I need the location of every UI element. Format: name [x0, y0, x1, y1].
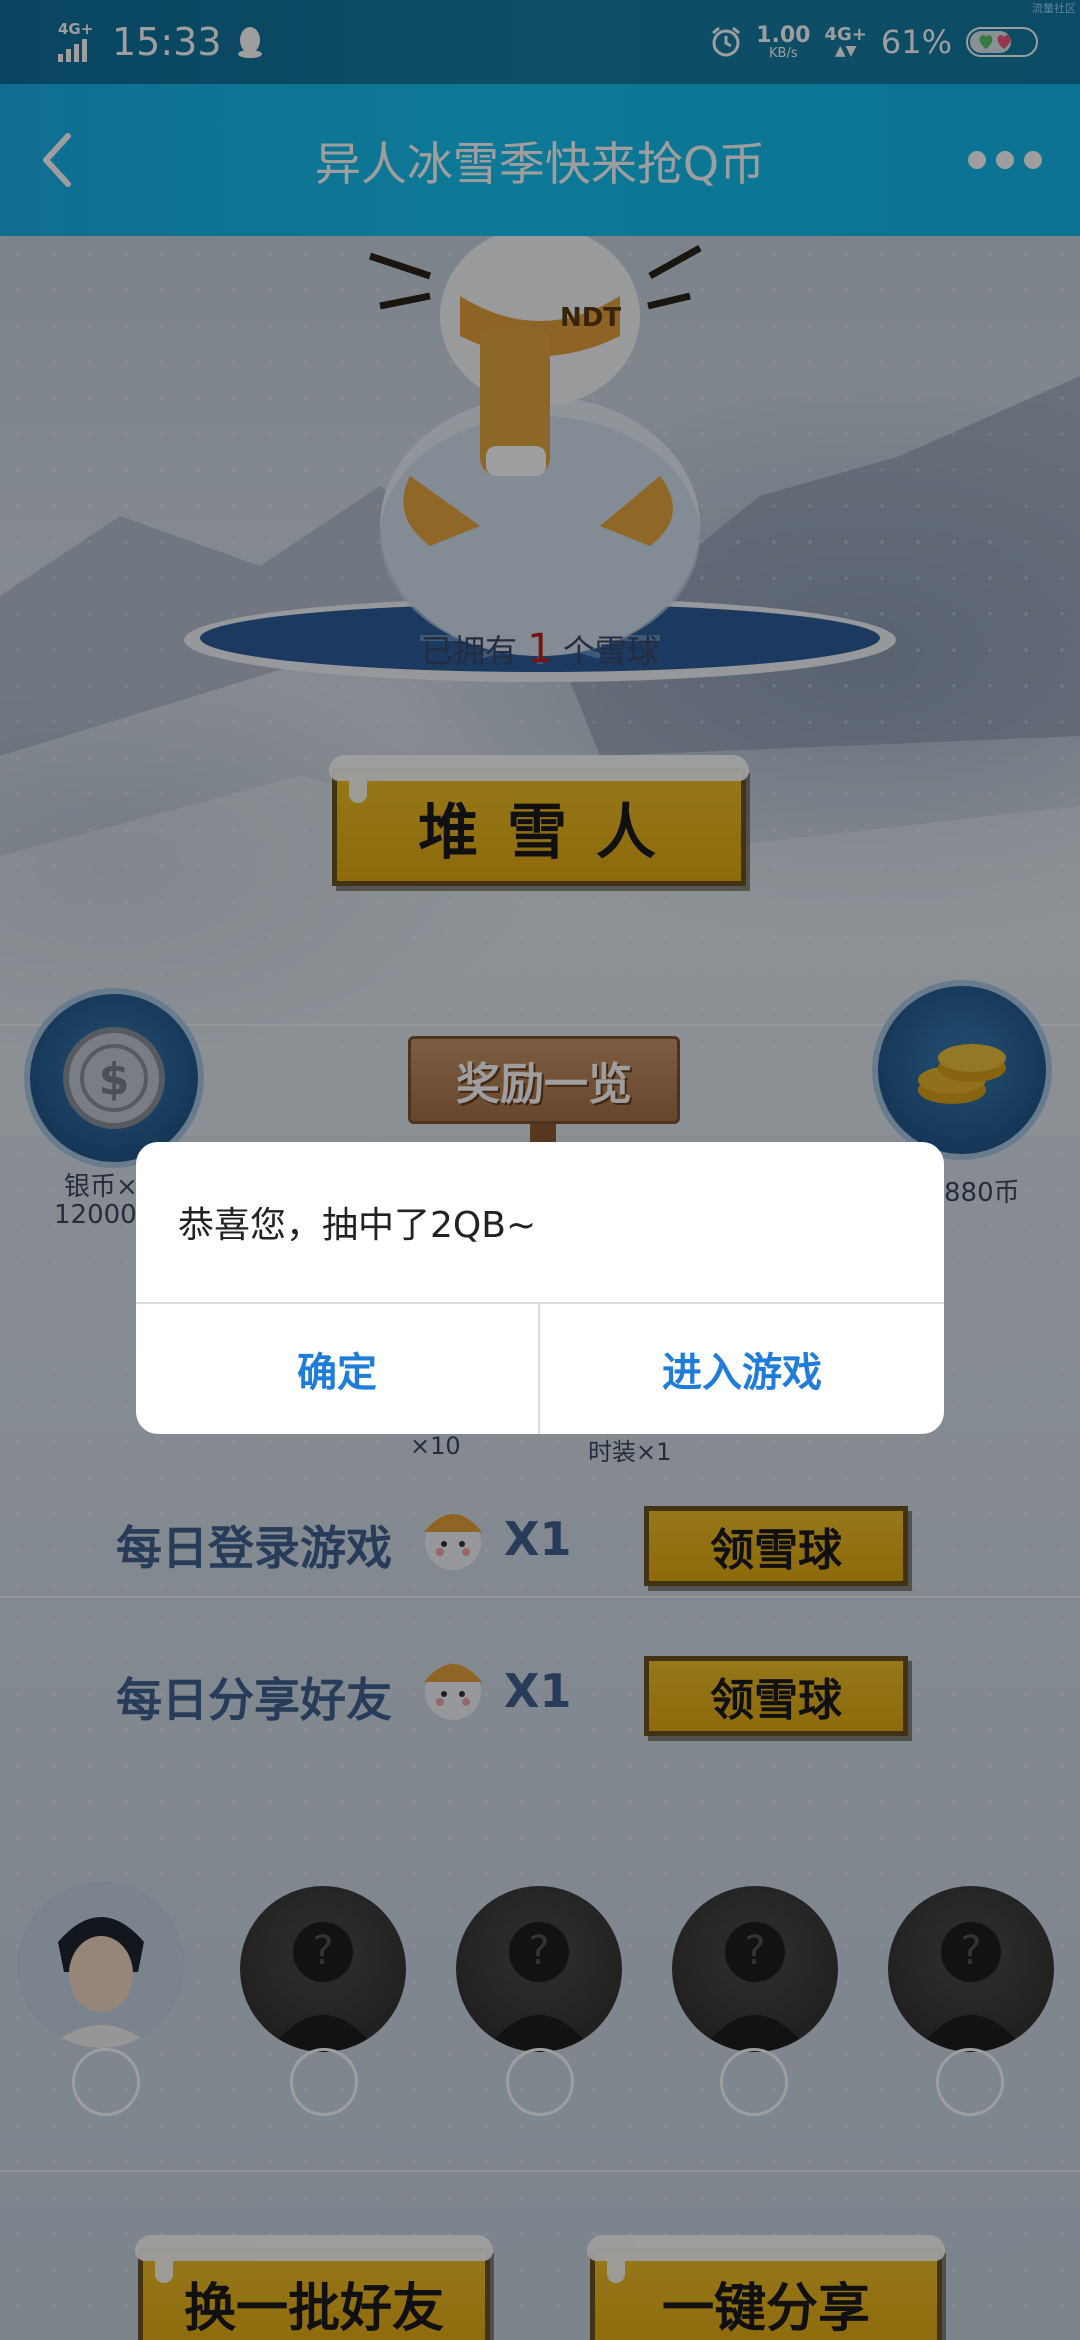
enter-game-button[interactable]: 进入游戏: [540, 1304, 944, 1434]
confirm-button[interactable]: 确定: [136, 1304, 538, 1434]
dialog-message: 恭喜您，抽中了2QB~: [178, 1205, 537, 1246]
prize-dialog: 恭喜您，抽中了2QB~ 确定 进入游戏: [136, 1142, 944, 1434]
